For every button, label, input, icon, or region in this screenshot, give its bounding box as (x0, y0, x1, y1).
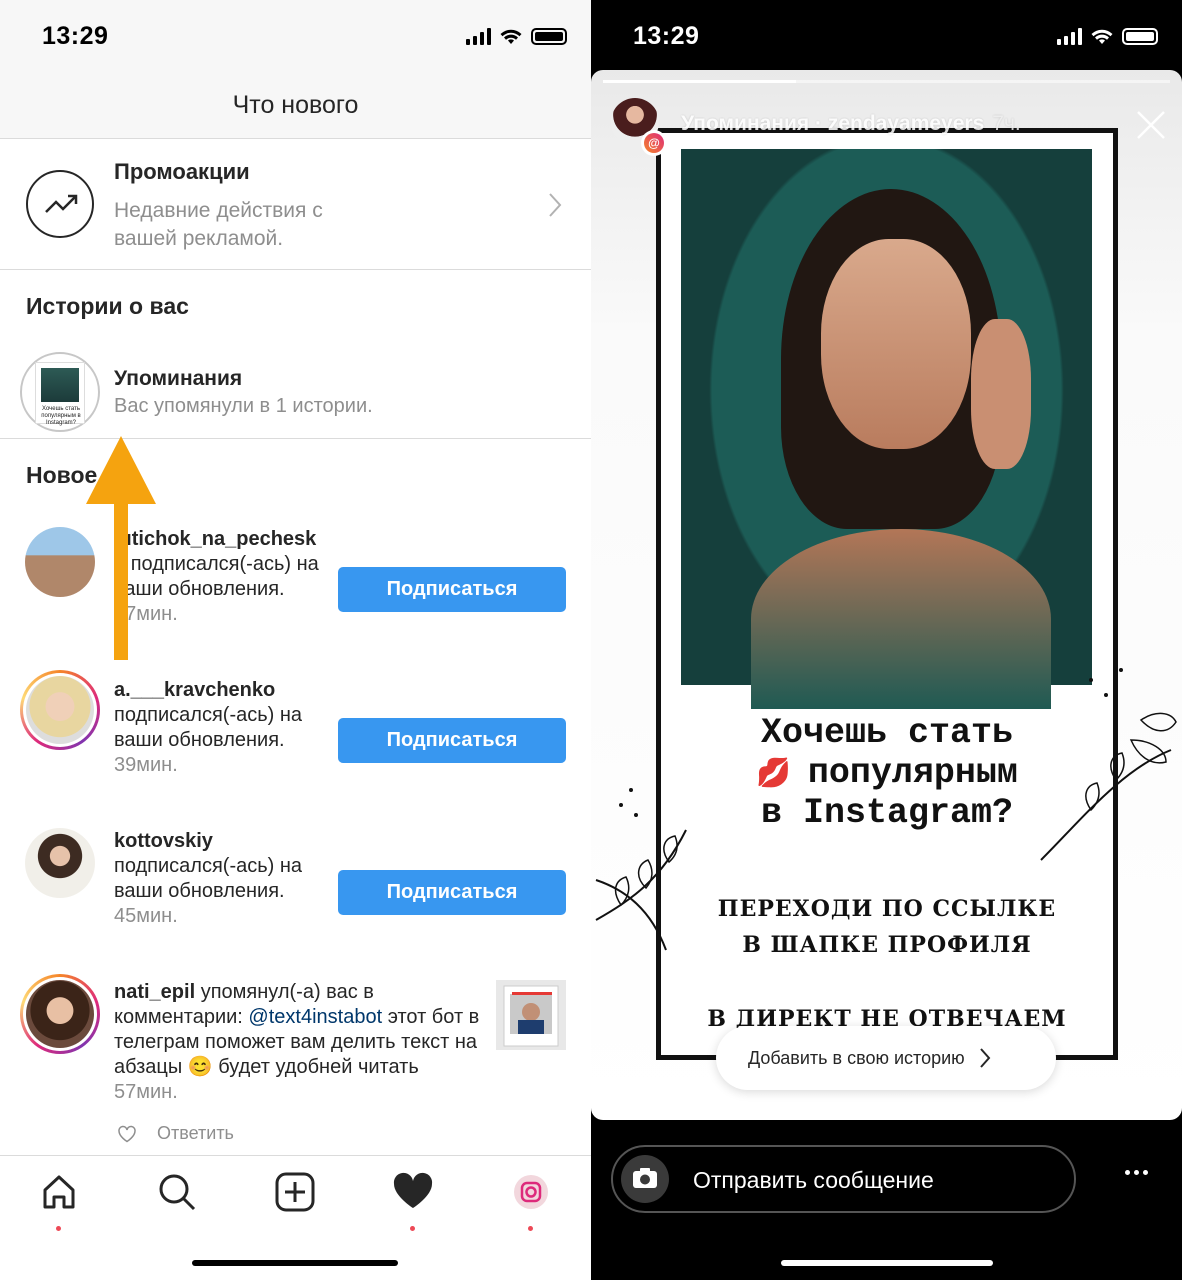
story-preview-text: Хочешь стать популярным в Instagram? (41, 406, 81, 426)
action-text: подписался(-ась) на ваши обновления. (114, 855, 303, 902)
chevron-right-icon (549, 193, 562, 217)
username[interactable]: kottovskiy (114, 830, 213, 852)
poster-line-4: ПЕРЕХОДИ ПО ССЫЛКЕ (717, 896, 1057, 922)
poster-line-2-text: популярным (807, 753, 1018, 793)
story-time: 7ч. (992, 112, 1021, 135)
mention-story-thumbnail[interactable]: Хочешь стать популярным в Instagram? (20, 352, 100, 432)
like-heart-icon[interactable] (117, 1125, 137, 1143)
story-progress-fill (603, 80, 796, 83)
page-title: Что нового (232, 91, 359, 119)
follow-button[interactable]: Подписаться (338, 567, 566, 612)
username[interactable]: nati_epil (114, 981, 195, 1003)
mention-title: Упоминания (114, 367, 243, 390)
mentions-row[interactable]: Хочешь стать популярным в Instagram? Упо… (0, 340, 591, 439)
send-message-placeholder: Отправить сообщение (693, 1167, 934, 1193)
wifi-icon (1091, 29, 1113, 44)
arrow-up-annotation (86, 436, 156, 660)
avatar-story-ring[interactable] (20, 670, 100, 750)
more-options-icon[interactable] (1125, 1170, 1148, 1175)
post-thumbnail[interactable] (496, 980, 566, 1050)
notification-text: kottovskiy подписался(-ась) на ваши обно… (114, 829, 319, 929)
story-photo (681, 149, 1092, 709)
comment-notification-text: nati_epil упомянул(-а) вас в комментарии… (114, 980, 484, 1105)
status-time: 13:29 (633, 22, 700, 50)
timestamp: 39мин. (114, 754, 178, 776)
signal-icon (466, 27, 491, 45)
list-item: a.___kravchenko подписался(-ась) на ваши… (0, 670, 591, 810)
avatar (26, 980, 94, 1048)
home-indicator (192, 1260, 398, 1266)
mention-link[interactable]: @text4instabot (248, 1006, 382, 1028)
avatar[interactable] (25, 527, 95, 597)
status-bar: 13:29 (591, 0, 1182, 72)
timestamp: 57мин. (114, 1081, 178, 1103)
story-username[interactable]: zendayameyers (828, 112, 984, 135)
follow-button[interactable]: Подписаться (338, 870, 566, 915)
profile-avatar-icon[interactable] (509, 1170, 553, 1231)
action-text: подписался(-ась) на ваши обновления. (114, 704, 303, 751)
wifi-icon (500, 29, 522, 44)
trending-up-icon (26, 170, 94, 238)
story-card[interactable]: Хочешь стать 💋 популярным в Instagram? П… (591, 70, 1182, 1120)
home-indicator (781, 1260, 993, 1266)
list-item: kottovskiy подписался(-ась) на ваши обно… (0, 822, 591, 962)
notification-dot (528, 1226, 533, 1231)
activity-heart-icon[interactable] (391, 1170, 435, 1231)
notification-text: a.___kravchenko подписался(-ась) на ваши… (114, 678, 319, 778)
floral-decoration-left (595, 788, 687, 951)
add-post-icon[interactable] (273, 1170, 317, 1214)
reply-row: Ответить (117, 1123, 234, 1144)
mention-subtitle: Вас упомянули в 1 истории. (114, 395, 373, 417)
story-header: Упоминания · zendayameyers 7ч. (681, 112, 1021, 135)
lips-icon: 💋 (756, 760, 808, 791)
stories-about-you-heading: Истории о вас (26, 293, 189, 319)
avatar[interactable] (25, 828, 95, 898)
status-bar: 13:29 (0, 0, 591, 72)
send-message-input[interactable]: Отправить сообщение (611, 1145, 1076, 1213)
close-icon[interactable] (1134, 108, 1168, 142)
home-icon[interactable] (37, 1170, 81, 1231)
username[interactable]: a.___kravchenko (114, 679, 275, 701)
add-to-story-label: Добавить в свою историю (748, 1047, 965, 1068)
reply-link[interactable]: Ответить (157, 1123, 234, 1144)
follow-button[interactable]: Подписаться (338, 718, 566, 763)
notification-dot (56, 1226, 61, 1231)
story-preview: Хочешь стать популярным в Instagram? (35, 362, 85, 426)
story-preview-photo (41, 368, 79, 402)
avatar (26, 676, 94, 744)
floral-decoration-right (1040, 668, 1177, 861)
story-viewer-screen: 13:29 Хочешь стать 💋 популярным в Instag… (591, 0, 1182, 1280)
promo-title: Промоакции (114, 159, 250, 184)
notification-dot (410, 1226, 415, 1231)
activity-screen: 13:29 Что нового Промоакции Недавние дей… (0, 0, 591, 1280)
story-progress-bar (603, 80, 1170, 83)
timestamp: 45мин. (114, 905, 178, 927)
promo-subtitle: Недавние действия с вашей рекламой. (114, 199, 323, 250)
avatar-story-ring[interactable] (20, 974, 100, 1054)
status-time: 13:29 (42, 22, 109, 50)
page-header: Что нового (0, 72, 591, 139)
story-poster: Хочешь стать 💋 популярным в Instagram? П… (656, 128, 1118, 1060)
search-icon[interactable] (155, 1170, 199, 1214)
story-label: Упоминания (681, 112, 810, 135)
poster-line-5: В ШАПКЕ ПРОФИЛЯ (742, 932, 1032, 958)
battery-icon (1122, 27, 1158, 45)
chevron-right-icon (979, 1048, 991, 1068)
add-to-story-button[interactable]: Добавить в свою историю (716, 1026, 1056, 1090)
camera-icon[interactable] (621, 1155, 669, 1203)
mention-badge-icon: @ (641, 130, 667, 156)
promo-row[interactable]: Промоакции Недавние действия с вашей рек… (0, 140, 591, 270)
signal-icon (1057, 27, 1082, 45)
battery-icon (531, 27, 567, 45)
